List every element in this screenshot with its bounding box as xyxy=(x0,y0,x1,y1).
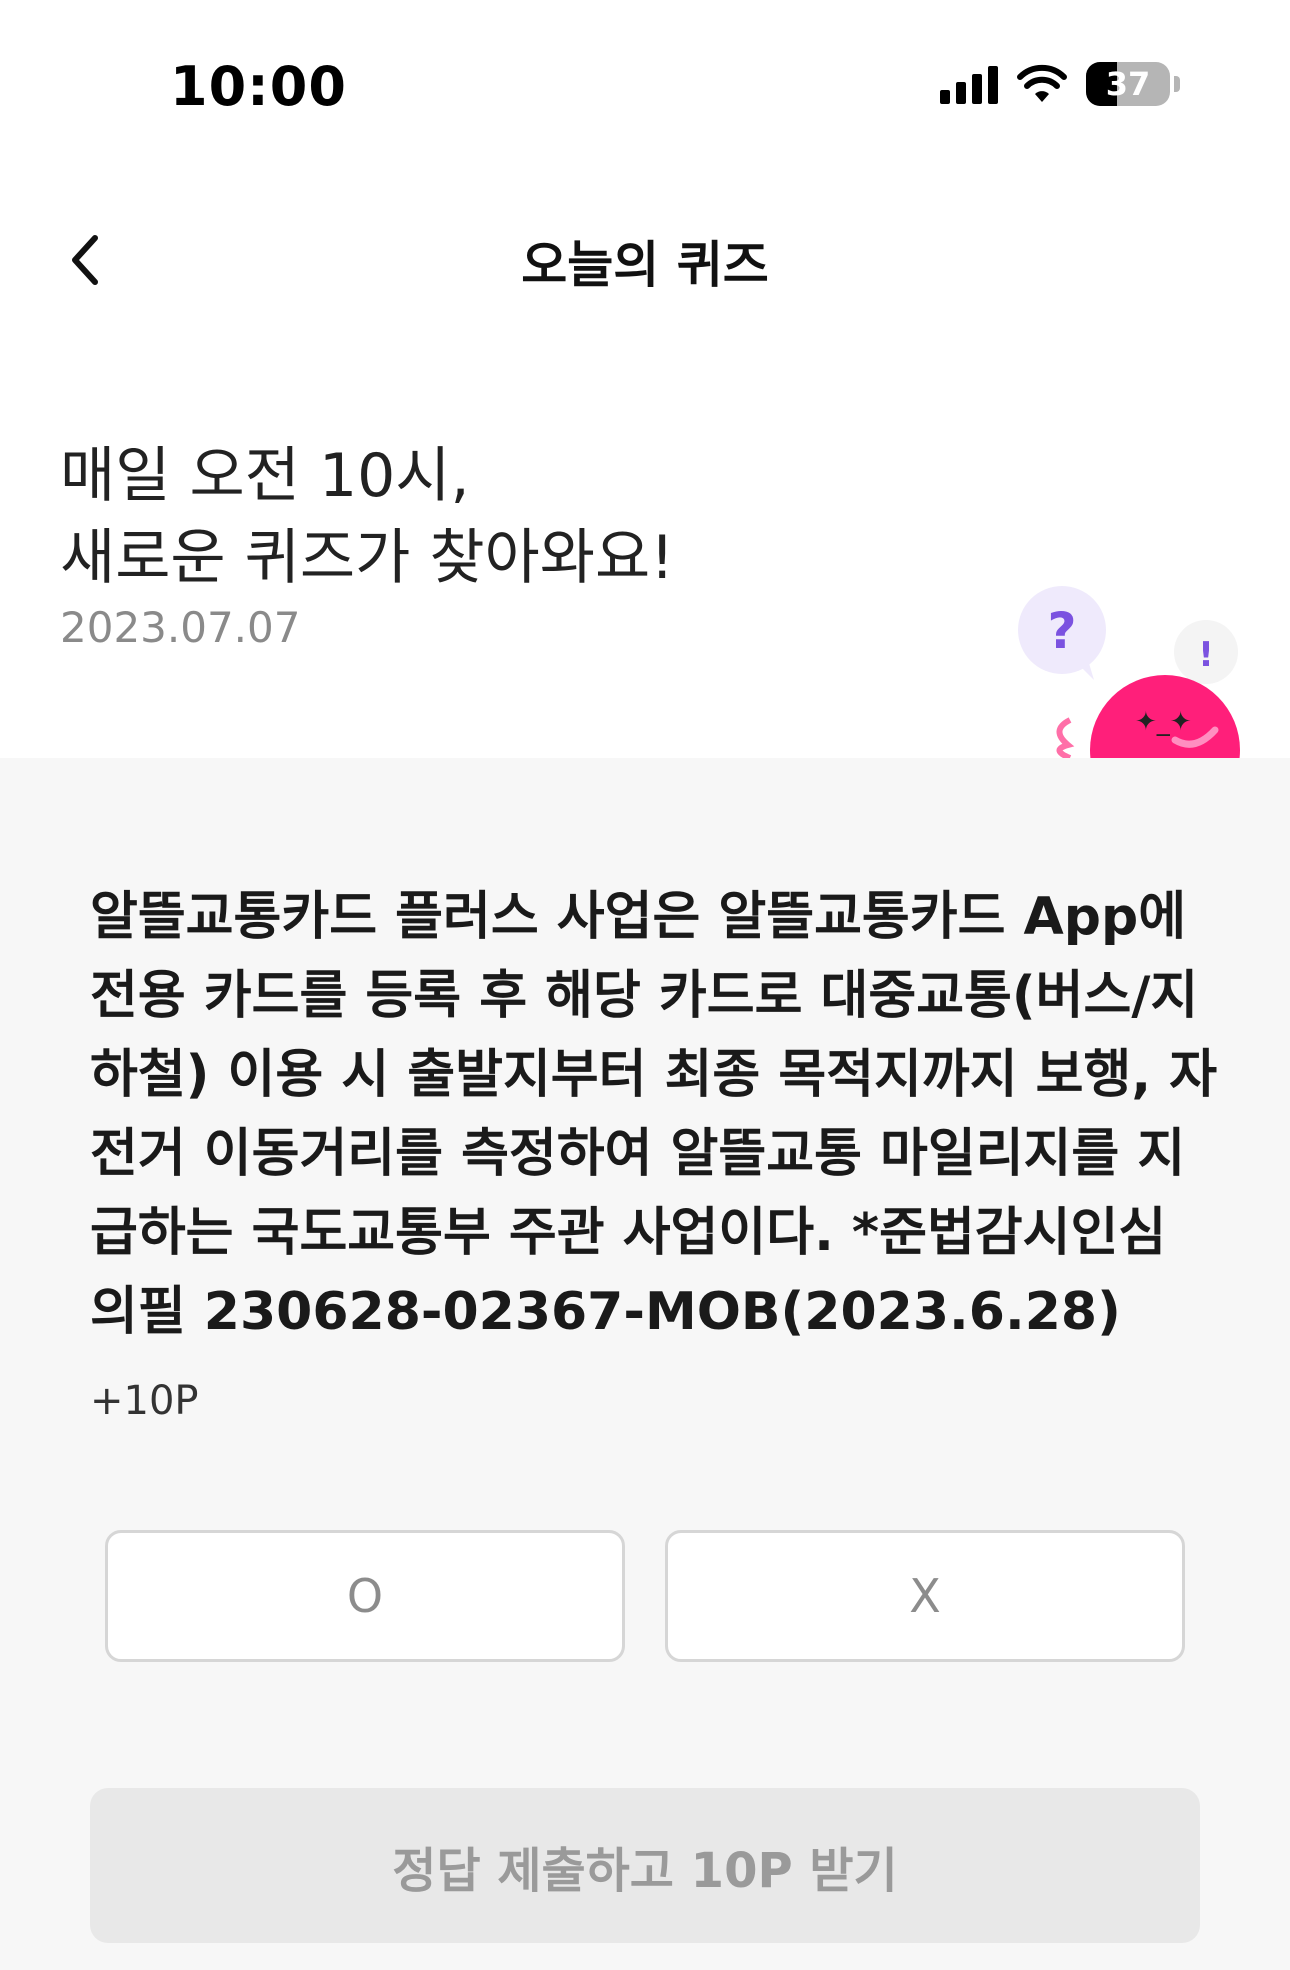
headline-line-1: 매일 오전 10시, xyxy=(60,441,470,511)
question-line: 의필 230628-02367-MOB(2023.6.28) xyxy=(90,1282,1121,1342)
question-line: 하철) 이용 시 출발지부터 최종 목적지까지 보행, 자 xyxy=(90,1045,1218,1105)
question-line: 전거 이동거리를 측정하여 알뜰교통 마일리지를 지 xyxy=(90,1124,1186,1184)
question-line: 알뜰교통카드 플러스 사업은 알뜰교통카드 App에 xyxy=(90,887,1187,947)
question-line: 전용 카드를 등록 후 해당 카드로 대중교통(버스/지 xyxy=(90,966,1199,1026)
submit-answer-button[interactable]: 정답 제출하고 10P 받기 xyxy=(90,1788,1200,1943)
question-mark-icon: ? xyxy=(1047,602,1076,660)
question-line: 급하는 국도교통부 주관 사업이다. *준법감시인심 xyxy=(90,1203,1167,1263)
status-icons: 37 xyxy=(940,62,1180,106)
answer-options: O X xyxy=(105,1530,1185,1666)
signal-icon xyxy=(940,64,998,104)
battery-level-text: 37 xyxy=(1105,65,1151,103)
answer-o-button[interactable]: O xyxy=(105,1530,625,1662)
quiz-content: 알뜰교통카드 플러스 사업은 알뜰교통카드 App에 전용 카드를 등록 후 해… xyxy=(0,758,1290,1970)
quiz-header: 매일 오전 10시, 새로운 퀴즈가 찾아와요! 2023.07.07 ? ! … xyxy=(0,325,1290,758)
headline: 매일 오전 10시, 새로운 퀴즈가 찾아와요! xyxy=(60,435,674,599)
page-title: 오늘의 퀴즈 xyxy=(521,236,769,294)
reward-points: +10P xyxy=(90,1378,199,1424)
headline-line-2: 새로운 퀴즈가 찾아와요! xyxy=(60,523,675,593)
wifi-icon xyxy=(1016,64,1068,104)
quiz-question: 알뜰교통카드 플러스 사업은 알뜰교통카드 App에 전용 카드를 등록 후 해… xyxy=(90,878,1218,1352)
answer-x-button[interactable]: X xyxy=(665,1530,1185,1662)
mascot-illustration: ? ! ✦_✦ xyxy=(1010,580,1270,758)
status-time: 10:00 xyxy=(170,55,347,118)
battery-cap xyxy=(1174,76,1180,92)
svg-text:✦_✦: ✦_✦ xyxy=(1135,707,1192,737)
nav-bar: 오늘의 퀴즈 xyxy=(0,195,1290,325)
quiz-date: 2023.07.07 xyxy=(60,603,301,652)
battery-icon: 37 xyxy=(1086,62,1170,106)
exclamation-icon: ! xyxy=(1198,635,1214,675)
status-bar: 10:00 37 xyxy=(0,0,1290,180)
